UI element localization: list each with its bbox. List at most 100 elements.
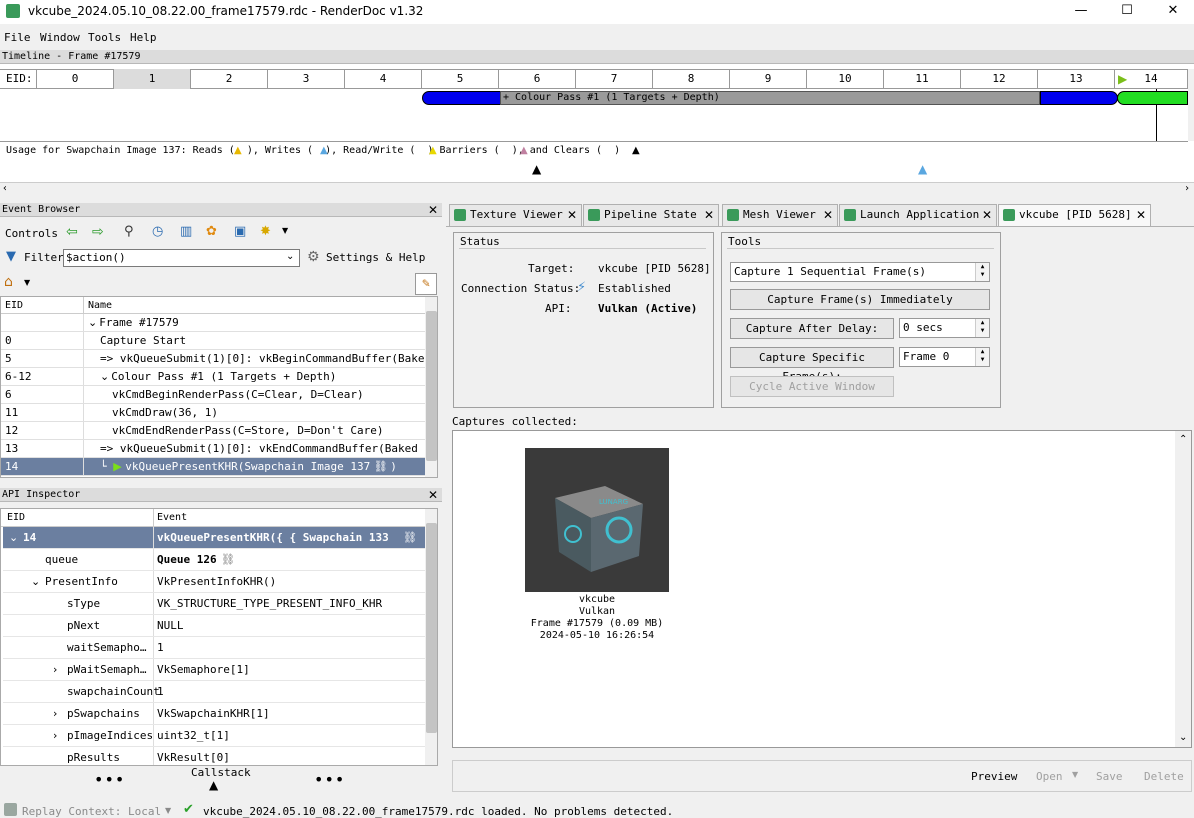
time-clock-icon[interactable]: ◷ xyxy=(152,224,163,239)
eid-tick-12[interactable]: 12 xyxy=(961,69,1038,89)
save-button[interactable]: Save xyxy=(1096,770,1123,783)
event-row[interactable]: 6-12 ⌄ Colour Pass #1 (1 Targets + Depth) xyxy=(1,368,425,386)
event-row[interactable]: 11 vkCmdDraw(36, 1) xyxy=(1,404,425,422)
clear-usage-marker[interactable]: ▲ xyxy=(532,162,541,176)
replay-context-label[interactable]: Replay Context: Local xyxy=(22,805,161,818)
frame-stepper[interactable]: Frame 0 ▲ ▼ xyxy=(899,347,990,367)
eid-tick-5[interactable]: 5 xyxy=(422,69,499,89)
preview-button[interactable]: Preview xyxy=(971,770,1017,783)
frame-stepper-arrows-icon[interactable]: ▲ ▼ xyxy=(975,348,989,366)
api-row[interactable]: pResults VkResult[0] xyxy=(3,747,425,765)
event-browser-close-icon[interactable]: ✕ xyxy=(428,203,438,217)
eid-tick-2[interactable]: 2 xyxy=(191,69,268,89)
expand-chevron-icon[interactable]: › xyxy=(53,659,57,680)
api-row[interactable]: queue Queue 126 ⛓ xyxy=(3,549,425,571)
callstack-expand-icon[interactable]: ▲ xyxy=(209,778,218,792)
home-icon[interactable]: ⌂ xyxy=(4,274,13,290)
api-row[interactable]: waitSemapho… 1 xyxy=(3,637,425,659)
minimize-button[interactable]: — xyxy=(1058,0,1104,24)
capture-thumbnail[interactable]: LUNARG xyxy=(525,448,669,592)
open-dropdown-icon[interactable]: ▼ xyxy=(1072,770,1078,779)
filter-input[interactable]: $action() xyxy=(63,249,300,267)
expand-chevron-icon[interactable]: ⌄ xyxy=(100,370,109,383)
api-row[interactable]: swapchainCount 1 xyxy=(3,681,425,703)
scroll-down-icon[interactable]: ⌄ xyxy=(1179,732,1187,743)
find-binoculars-icon[interactable]: ⚲ xyxy=(124,224,134,239)
eid-tick-3[interactable]: 3 xyxy=(268,69,345,89)
event-row[interactable]: 0 Capture Start xyxy=(1,332,425,350)
eid-tick-8[interactable]: 8 xyxy=(653,69,730,89)
scroll-up-icon[interactable]: ⌃ xyxy=(1179,434,1187,445)
event-row[interactable]: 14 └ ▶ vkQueuePresentKHR(Swapchain Image … xyxy=(1,458,425,476)
settings-help-button[interactable]: Settings & Help xyxy=(326,251,425,264)
api-row[interactable]: ⌄ PresentInfo VkPresentInfoKHR() xyxy=(3,571,425,593)
capture-after-delay-button[interactable]: Capture After Delay: xyxy=(730,318,894,339)
splitter-dots-right-icon[interactable]: ••• xyxy=(314,770,345,789)
bookmarks-flower-icon[interactable]: ✿ xyxy=(206,224,217,239)
tab-pipeline-state[interactable]: Pipeline State ✕ xyxy=(583,204,719,226)
tab-close-icon[interactable]: ✕ xyxy=(704,205,714,225)
event-row[interactable]: 12 vkCmdEndRenderPass(C=Store, D=Don't Ca… xyxy=(1,422,425,440)
tab-close-icon[interactable]: ✕ xyxy=(982,205,992,225)
event-row[interactable]: 5 => vkQueueSubmit(1)[0]: vkBeginCommandB… xyxy=(1,350,425,368)
sequential-frames-stepper[interactable]: Capture 1 Sequential Frame(s) ▲ ▼ xyxy=(730,262,990,282)
write-usage-marker[interactable]: ▲ xyxy=(918,162,927,176)
timeline-hscroll[interactable] xyxy=(0,182,1194,198)
eid-tick-9[interactable]: 9 xyxy=(730,69,807,89)
cycle-active-window-button[interactable]: Cycle Active Window xyxy=(730,376,894,397)
settings-gear-icon[interactable]: ⚙ xyxy=(307,249,320,265)
edit-notes-icon[interactable]: ✎ xyxy=(415,273,437,295)
open-button[interactable]: Open xyxy=(1036,770,1063,783)
eid-tick-13[interactable]: 13 xyxy=(1038,69,1115,89)
tab-close-icon[interactable]: ✕ xyxy=(1136,205,1146,225)
col-eid[interactable]: EID xyxy=(5,297,23,314)
eid-tick-1[interactable]: 1 xyxy=(114,69,191,89)
tab-mesh-viewer[interactable]: Mesh Viewer ✕ xyxy=(722,204,838,226)
expand-chevron-icon[interactable]: ⌄ xyxy=(9,527,18,548)
home-dropdown-icon[interactable]: ▼ xyxy=(24,278,30,287)
event-tree-scroll-thumb[interactable] xyxy=(426,311,437,461)
expand-chevron-icon[interactable]: › xyxy=(53,725,57,746)
forward-arrow-icon[interactable]: ⇨ xyxy=(92,224,104,240)
delete-button[interactable]: Delete xyxy=(1144,770,1184,783)
event-row[interactable]: ⌄ Frame #17579 xyxy=(1,314,425,332)
link-icon[interactable]: ⛓ ) xyxy=(370,460,396,473)
api-row[interactable]: › pWaitSemaph… VkSemaphore[1] xyxy=(3,659,425,681)
eid-tick-10[interactable]: 10 xyxy=(807,69,884,89)
toolbar-dropdown-icon[interactable]: ▼ xyxy=(282,226,288,235)
expand-chevron-icon[interactable]: ⌄ xyxy=(31,571,40,592)
delay-stepper-arrows-icon[interactable]: ▲ ▼ xyxy=(975,319,989,337)
col-name[interactable]: Name xyxy=(83,297,112,314)
eid-tick-6[interactable]: 6 xyxy=(499,69,576,89)
maximize-button[interactable]: ☐ xyxy=(1104,0,1150,24)
columns-icon[interactable]: ▥ xyxy=(180,224,192,239)
event-row[interactable]: 13 => vkQueueSubmit(1)[0]: vkEndCommandBu… xyxy=(1,440,425,458)
close-window-button[interactable]: ✕ xyxy=(1150,0,1194,24)
settings-star-icon[interactable]: ✸ xyxy=(260,224,271,239)
eid-tick-0[interactable]: 0 xyxy=(37,69,114,89)
scroll-right-icon[interactable]: › xyxy=(1184,183,1190,194)
event-row[interactable]: 6 vkCmdBeginRenderPass(C=Clear, D=Clear) xyxy=(1,386,425,404)
tab-vkcube-pid-5628[interactable]: vkcube [PID 5628] ✕ xyxy=(998,204,1151,227)
menu-file[interactable]: File xyxy=(4,31,31,44)
api-tree-scroll-thumb[interactable] xyxy=(426,523,437,733)
replay-context-dropdown-icon[interactable]: ▼ xyxy=(165,806,171,815)
present-bar[interactable] xyxy=(1117,91,1188,105)
timeline-vscroll[interactable] xyxy=(1188,69,1194,141)
api-row[interactable]: › pSwapchains VkSwapchainKHR[1] xyxy=(3,703,425,725)
capture-specific-frames-button[interactable]: Capture Specific Frame(s): xyxy=(730,347,894,383)
api-inspector-close-icon[interactable]: ✕ xyxy=(428,488,438,502)
tab-texture-viewer[interactable]: Texture Viewer ✕ xyxy=(449,204,582,226)
splitter-dots-left-icon[interactable]: ••• xyxy=(94,770,125,789)
sequential-stepper-arrows-icon[interactable]: ▲ ▼ xyxy=(975,263,989,281)
capture-immediately-button[interactable]: Capture Frame(s) Immediately xyxy=(730,289,990,310)
delay-stepper[interactable]: 0 secs ▲ ▼ xyxy=(899,318,990,338)
link-icon[interactable]: ⛓ xyxy=(221,549,235,570)
menu-tools[interactable]: Tools xyxy=(88,31,121,44)
tab-close-icon[interactable]: ✕ xyxy=(823,205,833,225)
menu-window[interactable]: Window xyxy=(40,31,80,44)
api-row[interactable]: ⌄ 14 vkQueuePresentKHR({ { Swapchain 133 ⛓ xyxy=(3,527,425,549)
tab-launch-application[interactable]: Launch Application ✕ xyxy=(839,204,997,226)
captures-vscroll[interactable] xyxy=(1175,431,1191,747)
tab-close-icon[interactable]: ✕ xyxy=(567,205,577,225)
